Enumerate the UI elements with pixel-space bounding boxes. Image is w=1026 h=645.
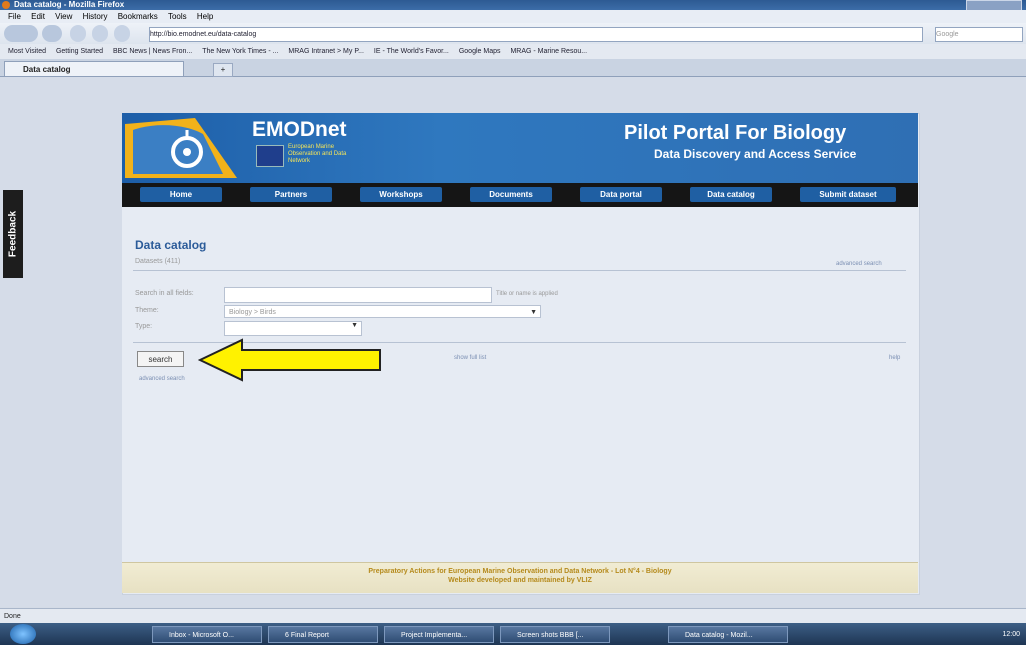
feedback-tab[interactable]: Feedback	[3, 190, 23, 278]
advanced-search-link-top[interactable]: advanced search	[836, 261, 882, 267]
taskbar-item-active[interactable]: Data catalog - Mozil...	[668, 626, 788, 643]
taskbar-item[interactable]: 6 Final Report	[268, 626, 378, 643]
eu-flag-icon	[256, 145, 284, 167]
menu-bookmarks[interactable]: Bookmarks	[118, 12, 158, 21]
taskbar-item[interactable]: Project Implementa...	[384, 626, 494, 643]
theme-value: Biology > Birds	[229, 309, 276, 316]
brand-subtitle: European Marine Observation and Data Net…	[288, 144, 347, 164]
nav-submit-dataset[interactable]: Submit dataset	[800, 187, 896, 202]
menu-bar: File Edit View History Bookmarks Tools H…	[0, 10, 1026, 23]
divider	[133, 270, 906, 271]
menu-view[interactable]: View	[55, 12, 72, 21]
portal-subtitle: Data Discovery and Access Service	[654, 147, 857, 161]
stop-icon[interactable]	[92, 25, 108, 42]
taskbar-item[interactable]: Screen shots BBB [...	[500, 626, 610, 643]
menu-tools[interactable]: Tools	[168, 12, 187, 21]
emodnet-logo-icon	[125, 118, 237, 178]
home-icon[interactable]	[114, 25, 130, 42]
window-title: Data catalog - Mozilla Firefox	[14, 0, 125, 9]
new-tab-button[interactable]: +	[213, 63, 233, 77]
forward-button[interactable]	[42, 25, 62, 42]
clock: 12:00	[1002, 631, 1020, 638]
bookmark-item[interactable]: IE - The World's Favor...	[374, 48, 449, 55]
nav-home[interactable]: Home	[140, 187, 222, 202]
menu-help[interactable]: Help	[197, 12, 213, 21]
portal-title: Pilot Portal For Biology	[624, 122, 847, 144]
firefox-icon	[2, 1, 10, 9]
status-text: Done	[4, 613, 21, 620]
bookmarks-toolbar: Most Visited Getting Started BBC News | …	[0, 44, 1026, 59]
bookmark-item[interactable]: The New York Times - ...	[202, 48, 278, 55]
dataset-count: Datasets (411)	[135, 258, 181, 265]
system-tray: 12:00	[860, 625, 1026, 645]
bookmark-item[interactable]: Most Visited	[8, 48, 46, 55]
type-label: Type:	[135, 323, 153, 330]
back-button[interactable]	[4, 25, 38, 42]
help-link[interactable]: help	[889, 355, 900, 361]
theme-select[interactable]: Biology > Birds ▼	[224, 305, 541, 318]
content-area	[122, 207, 918, 562]
nav-partners[interactable]: Partners	[250, 187, 332, 202]
page-title: Data catalog	[135, 238, 207, 252]
nav-documents[interactable]: Documents	[470, 187, 552, 202]
advanced-search-link[interactable]: advanced search	[139, 376, 185, 382]
annotation-arrow-icon	[198, 338, 381, 382]
bookmark-item[interactable]: Google Maps	[459, 48, 501, 55]
menu-history[interactable]: History	[83, 12, 108, 21]
nav-data-catalog[interactable]: Data catalog	[690, 187, 772, 202]
chevron-down-icon: ▼	[351, 322, 358, 329]
bookmark-item[interactable]: BBC News | News Fron...	[113, 48, 192, 55]
window-title-bar: Data catalog - Mozilla Firefox	[0, 0, 1026, 11]
search-engine-box[interactable]: Google	[935, 27, 1023, 42]
theme-label: Theme:	[135, 307, 159, 314]
nav-data-portal[interactable]: Data portal	[580, 187, 662, 202]
feedback-label: Feedback	[7, 210, 19, 258]
start-button-icon[interactable]	[10, 624, 36, 644]
menu-edit[interactable]: Edit	[31, 12, 45, 21]
search-button[interactable]: search	[137, 351, 184, 367]
search-label: Search in all fields:	[135, 290, 194, 297]
nav-workshops[interactable]: Workshops	[360, 187, 442, 202]
search-input[interactable]	[224, 287, 492, 303]
tab-data-catalog[interactable]: Data catalog	[4, 61, 184, 76]
status-bar: Done	[0, 608, 1026, 624]
url-bar[interactable]: http://bio.emodnet.eu/data-catalog	[149, 27, 923, 42]
type-select[interactable]: ▼	[224, 321, 362, 336]
footer-line-2: Website developed and maintained by VLIZ	[448, 577, 592, 584]
bookmark-item[interactable]: MRAG Intranet > My P...	[288, 48, 364, 55]
chevron-down-icon: ▼	[530, 309, 537, 316]
footer-line-1: Preparatory Actions for European Marine …	[368, 568, 672, 575]
show-full-list-link[interactable]: show full list	[454, 355, 486, 361]
brand-name: EMODnet	[252, 118, 347, 141]
bookmark-item[interactable]: Getting Started	[56, 48, 103, 55]
site-nav: Home Partners Workshops Documents Data p…	[122, 183, 918, 207]
reload-icon[interactable]	[70, 25, 86, 42]
menu-file[interactable]: File	[8, 12, 21, 21]
search-hint: Title or name is applied	[496, 291, 558, 297]
taskbar-item[interactable]: Inbox - Microsoft O...	[152, 626, 262, 643]
bookmark-item[interactable]: MRAG - Marine Resou...	[510, 48, 587, 55]
